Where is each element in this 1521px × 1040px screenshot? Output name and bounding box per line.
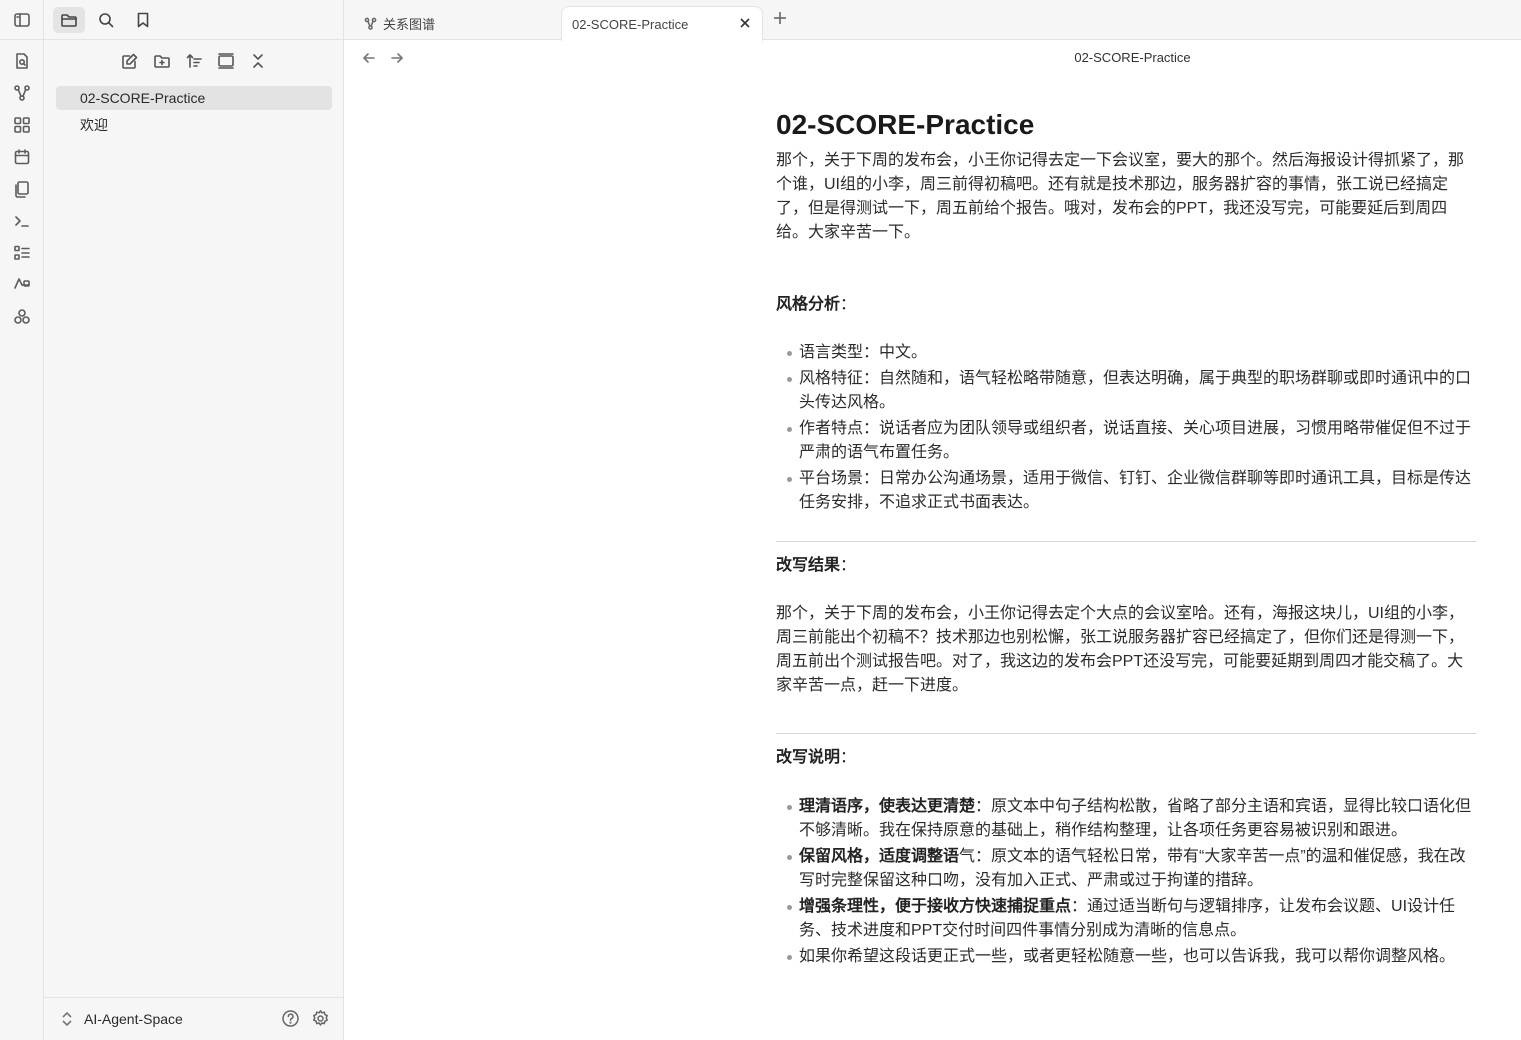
open-quick-switcher-icon[interactable] (12, 51, 32, 71)
rewrite-result-heading-text: 改写结果 (776, 557, 841, 574)
sort-order-icon[interactable] (182, 50, 206, 72)
vault-switcher-chevrons-icon[interactable] (60, 1010, 76, 1030)
heading-colon: ： (840, 749, 857, 766)
file-explorer-sidebar: 02-SCORE-Practice 欢迎 AI-Agent-Space (44, 0, 344, 1040)
rewrite-result-paragraph: 那个，关于下周的发布会，小王你记得去定个大点的会议室哈。还有，海报这块儿，UI组… (776, 605, 1465, 694)
new-note-icon[interactable] (118, 50, 142, 72)
new-folder-icon[interactable] (150, 50, 174, 72)
heading-colon: ： (840, 557, 857, 574)
list-item-bold: 增强条理性，便于接收方快速捕捉重点 (799, 898, 1072, 915)
list-item: 语言类型：中文。 (787, 341, 1476, 365)
tab-graph-view[interactable]: 关系图谱 (364, 6, 564, 40)
list-item: 平台场景：日常办公沟通场景，适用于微信、钉钉、企业微信群聊等即时通讯工具，目标是… (787, 467, 1476, 515)
templates-copy-icon[interactable] (12, 179, 32, 199)
close-tab-icon[interactable] (738, 16, 754, 32)
sidebar-footer: AI-Agent-Space (44, 997, 344, 1040)
collapse-all-icon[interactable] (246, 50, 270, 72)
note-title: 02-SCORE-Practice (776, 109, 1035, 140)
list-item-bold: 保留风格，适度调整语 (799, 848, 960, 865)
file-item-label: 欢迎 (80, 117, 108, 133)
sidebar-toggle-icon[interactable] (12, 10, 32, 30)
file-nav-actions (118, 50, 270, 72)
outline-list-icon[interactable] (12, 243, 32, 263)
note-content[interactable]: 02-SCORE-Practice 那个，关于下周的发布会，小王你记得去定一下会… (776, 105, 1476, 971)
style-analysis-list: 语言类型：中文。 风格特征：自然随和，语气轻松略带随意，但表达明确，属于典型的职… (776, 341, 1476, 515)
view-title[interactable]: 02-SCORE-Practice (344, 50, 1521, 65)
plugins-cubes-icon[interactable] (12, 307, 32, 327)
left-ribbon (0, 0, 44, 1040)
tab-label: 02-SCORE-Practice (572, 16, 689, 32)
style-analysis-heading: 风格分析： (776, 293, 1476, 317)
list-item: 理清语序，使表达更清楚：原文本中句子结构松散，省略了部分主语和宾语，显得比较口语… (787, 795, 1476, 843)
intro-paragraph: 那个，关于下周的发布会，小王你记得去定一下会议室，要大的那个。然后海报设计得抓紧… (776, 152, 1465, 241)
search-tab-icon[interactable] (90, 7, 122, 33)
settings-gear-icon[interactable] (311, 1009, 331, 1029)
list-item: 风格特征：自然随和，语气轻松略带随意，但表达明确，属于典型的职场群聊或即时通讯中… (787, 367, 1476, 415)
style-analysis-heading-text: 风格分析 (776, 296, 841, 313)
rewrite-explanation-heading: 改写说明： (776, 746, 1476, 770)
list-item: 增强条理性，便于接收方快速捕捉重点：通过适当断句与逻辑排序，让发布会议题、UI设… (787, 895, 1476, 943)
command-palette-icon[interactable] (12, 211, 32, 231)
graph-icon (364, 17, 377, 30)
file-item-label: 02-SCORE-Practice (80, 90, 206, 106)
list-item: 作者特点：说话者应为团队领导或组织者，说话直接、关心项目进展，习惯用略带催促但不… (787, 417, 1476, 465)
sidebar-header (44, 0, 344, 40)
file-item-welcome[interactable]: 欢迎 (56, 113, 332, 137)
auto-reveal-icon[interactable] (214, 50, 238, 72)
daily-note-calendar-icon[interactable] (12, 147, 32, 167)
tab-bar: 关系图谱 02-SCORE-Practice (344, 0, 1521, 41)
graph-view-icon[interactable] (12, 83, 32, 103)
slides-sign-icon[interactable] (12, 273, 32, 293)
vault-name[interactable]: AI-Agent-Space (84, 1011, 183, 1027)
new-tab-plus-icon[interactable] (772, 10, 792, 30)
view-header: 02-SCORE-Practice (344, 40, 1521, 78)
help-icon[interactable] (281, 1009, 301, 1029)
rewrite-explanation-list: 理清语序，使表达更清楚：原文本中句子结构松散，省略了部分主语和宾语，显得比较口语… (776, 795, 1476, 969)
tab-score-practice[interactable]: 02-SCORE-Practice (561, 6, 763, 41)
canvas-icon[interactable] (12, 115, 32, 135)
rewrite-explanation-heading-text: 改写说明 (776, 749, 841, 766)
app-window: 02-SCORE-Practice 欢迎 AI-Agent-Space 关系图谱 (0, 0, 1521, 1040)
ribbon-top (0, 0, 44, 40)
list-item: 保留风格，适度调整语气：原文本的语气轻松日常，带有“大家辛苦一点”的温和催促感，… (787, 845, 1476, 893)
bookmarks-tab-icon[interactable] (127, 7, 159, 33)
rewrite-result-heading: 改写结果： (776, 554, 1476, 578)
heading-colon: ： (840, 296, 857, 313)
list-item-text: 如果你希望这段话更正式一些，或者更轻松随意一些，也可以告诉我，我可以帮你调整风格… (799, 948, 1456, 965)
tab-label: 关系图谱 (383, 16, 436, 32)
list-item: 如果你希望这段话更正式一些，或者更轻松随意一些，也可以告诉我，我可以帮你调整风格… (787, 945, 1476, 969)
file-item-score-practice[interactable]: 02-SCORE-Practice (56, 86, 332, 110)
list-item-bold: 理清语序，使表达更清楚 (799, 798, 976, 815)
files-tab-folder-icon[interactable] (53, 7, 85, 33)
